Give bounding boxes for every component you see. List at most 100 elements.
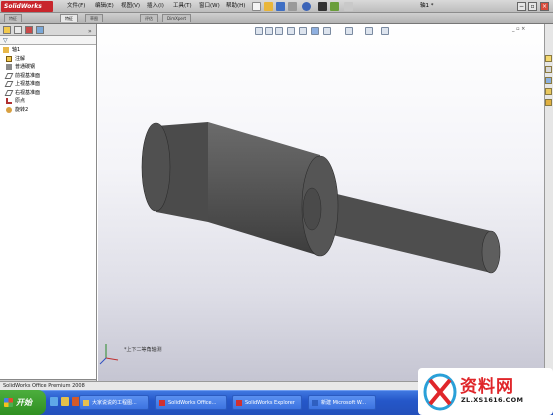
tab-features-prev[interactable]: 特征 [4, 14, 22, 22]
restore-button[interactable]: ▫ [528, 2, 537, 11]
quick-launch-ie-icon[interactable] [50, 397, 58, 406]
feature-tree-tab-icon[interactable] [3, 26, 11, 34]
zoom-to-fit-icon[interactable] [255, 27, 263, 35]
task-label: SolidWorks Explorer [245, 400, 295, 406]
view-settings-icon[interactable] [381, 27, 389, 35]
print-icon[interactable] [288, 2, 297, 11]
view-orientation-label: *上下二等角轴测 [124, 347, 162, 353]
edit-appearance-icon[interactable] [345, 27, 353, 35]
tree-item-label: 右视基准面 [15, 90, 41, 96]
task-item-word[interactable]: 新建 Microsoft W... [308, 395, 376, 410]
tree-item-label: 旋转2 [15, 107, 29, 113]
logo-text: SolidWorks [4, 3, 42, 10]
design-library-icon[interactable] [545, 66, 552, 73]
task-item-explorer[interactable]: SolidWorks Explorer [232, 395, 302, 410]
triad-x-axis [105, 357, 119, 361]
view-palette-icon[interactable] [545, 88, 552, 95]
tree-item-top-plane[interactable]: 上视基准面 [4, 80, 41, 88]
revolve-icon [6, 106, 12, 113]
new-document-icon[interactable] [252, 2, 261, 11]
task-item-engineering[interactable]: 大家说说的工程图... [79, 395, 149, 410]
apply-scene-icon[interactable] [365, 27, 373, 35]
menu-help[interactable]: 帮助(H) [226, 0, 245, 13]
section-view-icon[interactable] [287, 27, 295, 35]
view-orientation-icon[interactable] [299, 27, 307, 35]
file-explorer-icon[interactable] [545, 77, 552, 84]
window-controls-inner[interactable]: _ ▫ × [512, 26, 525, 32]
shoulder-face [302, 187, 322, 231]
graphics-area[interactable] [98, 24, 544, 381]
appearances-icon[interactable] [545, 99, 552, 106]
resources-icon[interactable] [545, 55, 552, 62]
tree-item-front-plane[interactable]: 前视基准面 [4, 72, 41, 80]
open-folder-icon[interactable] [264, 2, 273, 11]
tab-label: DimXpert [167, 16, 187, 21]
solidworks-logo[interactable]: SolidWorks [1, 1, 53, 12]
task-label: SolidWorks Office... [168, 400, 217, 406]
property-manager-tab-icon[interactable] [14, 26, 22, 34]
watermark-url: ZL.XS1616.COM [461, 396, 524, 404]
tree-item-origin[interactable]: 原点 [6, 97, 25, 105]
tree-item-label: 普通碳钢 [15, 64, 36, 70]
watermark-logo [423, 373, 457, 411]
tree-root[interactable]: 轴1 [3, 46, 20, 54]
folder-icon [83, 400, 89, 406]
tab-evaluate[interactable]: 评估 [140, 14, 158, 22]
watermark-text: 资料网 [460, 377, 514, 397]
task-label: 新建 Microsoft W... [321, 400, 367, 406]
tree-item-revolve[interactable]: 旋转2 [6, 106, 28, 114]
menu-view[interactable]: 视图(V) [121, 0, 140, 13]
word-icon [312, 400, 318, 406]
tree-item-label: 注解 [15, 56, 26, 62]
material-icon [6, 63, 12, 70]
tab-sketch[interactable]: 草图 [85, 14, 103, 22]
menu-tools[interactable]: 工具(T) [173, 0, 192, 13]
part-icon [3, 46, 9, 53]
save-icon[interactable] [276, 2, 285, 11]
tab-label: 草图 [90, 16, 98, 21]
solidworks-icon [159, 400, 165, 406]
tree-item-right-plane[interactable]: 右视基准面 [4, 89, 41, 97]
part-model[interactable] [98, 24, 544, 381]
menu-insert[interactable]: 插入(I) [147, 0, 164, 13]
task-item-solidworks[interactable]: SolidWorks Office... [155, 395, 227, 410]
rebuild-icon[interactable] [330, 2, 339, 11]
display-style-icon[interactable] [311, 27, 319, 35]
quick-launch-desktop-icon[interactable] [61, 397, 69, 406]
tab-features[interactable]: 特征 [60, 14, 78, 22]
document-title: 轴1 * [420, 3, 434, 9]
tree-item-annotations[interactable]: 注解 [6, 55, 25, 63]
filter-row[interactable] [0, 36, 96, 45]
close-button[interactable]: × [540, 2, 549, 11]
zoom-area-icon[interactable] [265, 27, 273, 35]
menu-file[interactable]: 文件(F) [67, 0, 85, 13]
tab-dimxpert[interactable]: DimXpert [162, 14, 192, 22]
plane-icon [4, 72, 14, 79]
left-collar-face [141, 122, 171, 212]
tab-label: 特征 [65, 16, 73, 21]
expand-chevron-icon[interactable]: » [88, 28, 92, 35]
solidworks-explorer-icon [236, 400, 242, 406]
menu-window[interactable]: 窗口(W) [199, 0, 220, 13]
tree-item-label: 原点 [15, 98, 26, 104]
tree-item-label: 前视基准面 [15, 73, 41, 79]
tree-item-material[interactable]: 普通碳钢 [6, 63, 35, 71]
task-label: 大家说说的工程图... [92, 400, 137, 406]
previous-view-icon[interactable] [275, 27, 283, 35]
hide-show-items-icon[interactable] [323, 27, 331, 35]
minimize-button[interactable]: − [517, 2, 526, 11]
annotation-icon [6, 55, 12, 62]
undo-icon[interactable] [302, 2, 311, 11]
configuration-manager-tab-icon[interactable] [25, 26, 33, 34]
menu-edit[interactable]: 编辑(E) [95, 0, 114, 13]
plane-icon [4, 80, 14, 87]
filter-icon[interactable]: ▽ [3, 37, 10, 44]
origin-icon [6, 97, 12, 104]
tree-item-label: 上视基准面 [15, 81, 41, 87]
windows-flag-icon [4, 398, 13, 407]
options-icon[interactable] [344, 2, 353, 11]
tab-label: 特征 [9, 16, 17, 21]
select-arrow-icon[interactable] [318, 2, 327, 11]
dimxpert-manager-tab-icon[interactable] [36, 26, 44, 34]
triad-z-axis [99, 357, 107, 365]
